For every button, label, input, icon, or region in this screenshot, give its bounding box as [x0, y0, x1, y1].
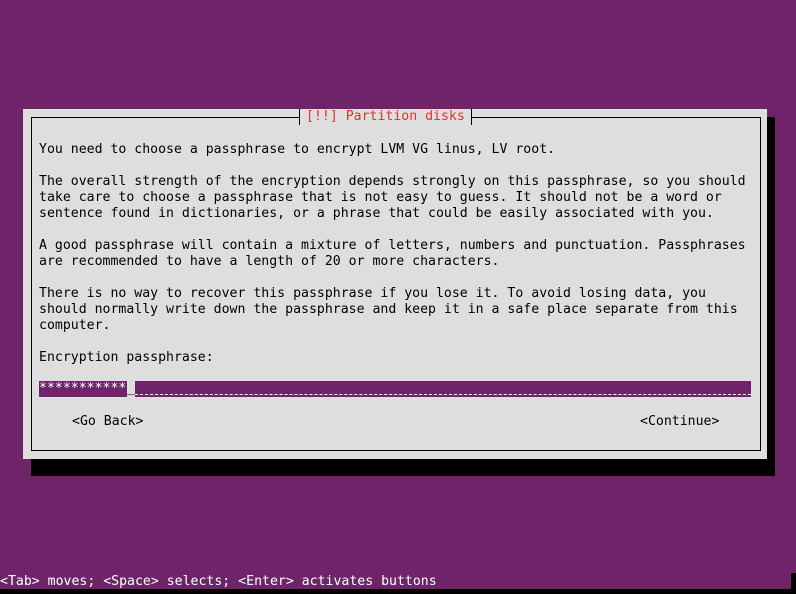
text-cursor: _: [127, 381, 135, 397]
strength-text: The overall strength of the encryption d…: [39, 174, 746, 221]
input-underline: [135, 394, 751, 395]
passphrase-input[interactable]: ************ _: [39, 381, 751, 397]
help-line: <Tab> moves; <Space> selects; <Enter> ac…: [0, 574, 437, 589]
go-back-button[interactable]: <Go Back>: [72, 414, 143, 430]
passphrase-value: ************: [39, 381, 135, 396]
intro-text: You need to choose a passphrase to encry…: [39, 142, 556, 157]
dialog-frame: [31, 117, 761, 451]
field-label: Encryption passphrase:: [39, 350, 214, 365]
bottom-strip: [0, 589, 796, 594]
partition-disks-dialog: [!!] Partition disks You need to choose …: [23, 109, 767, 459]
terminal-cursor: [791, 573, 796, 594]
dialog-title: [!!] Partition disks: [299, 109, 472, 125]
continue-button[interactable]: <Continue>: [640, 414, 719, 430]
recommendation-text: A good passphrase will contain a mixture…: [39, 238, 746, 269]
warning-text: There is no way to recover this passphra…: [39, 286, 738, 333]
